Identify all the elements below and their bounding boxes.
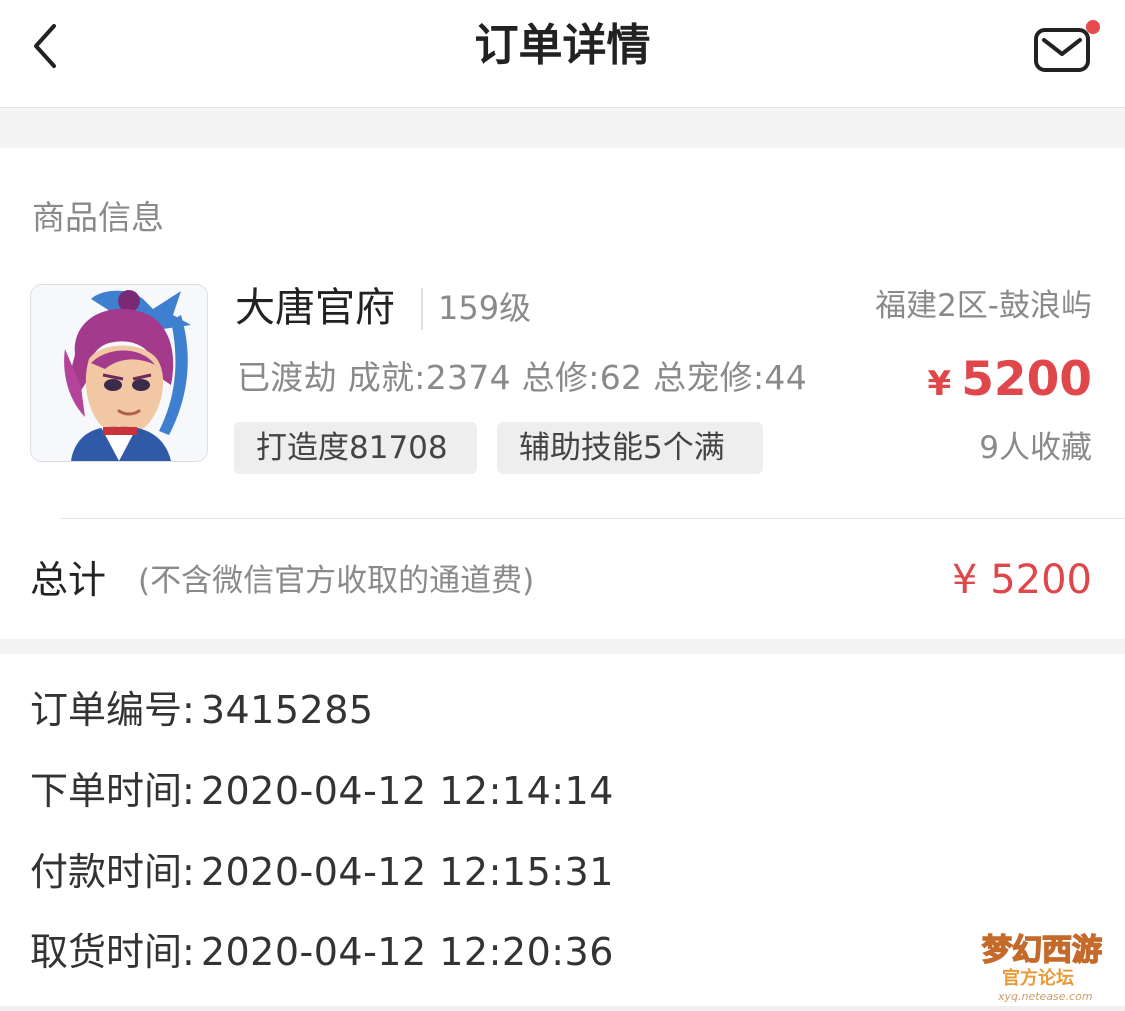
currency-symbol: ¥ [927,364,952,404]
order-info-card: 订单编号: 3415285 下单时间: 2020-04-12 12:14:14 付款… [0,654,1125,1006]
server-name: 福建2区-鼓浪屿 [875,288,1092,324]
notification-dot-icon [1086,20,1100,34]
price-amount: 5200 [961,352,1092,407]
payment-time-value: 2020-04-12 12:15:31 [200,850,614,894]
navigation-bar: 订单详情 [0,0,1125,108]
chevron-left-icon [34,24,56,68]
order-number-row: 订单编号: 3415285 [30,684,374,736]
order-time-label: 下单时间: [30,769,195,813]
order-time-value: 2020-04-12 12:14:14 [200,769,614,813]
character-avatar[interactable] [30,284,208,462]
favorite-count: 9人收藏 [979,430,1092,466]
watermark-logo-image: 梦幻西游 官方论坛 xyq.netease.com [981,932,1103,1003]
payment-time-row: 付款时间: 2020-04-12 12:15:31 [30,846,614,898]
bottom-spacer [0,1006,1125,1011]
messages-button[interactable] [1032,20,1104,78]
watermark-subtitle: 官方论坛 [1002,967,1074,989]
tag-support-skills: 辅助技能5个满 [497,422,763,474]
character-level: 159级 [438,289,532,327]
tag-forging: 打造度81708 [234,422,477,474]
total-price: ¥ 5200 [952,557,1092,603]
pickup-time-label: 取货时间: [30,930,195,974]
order-time-row: 下单时间: 2020-04-12 12:14:14 [30,765,614,817]
item-price: ¥5200 [928,352,1092,418]
character-portrait-image [31,285,207,461]
order-number-value: 3415285 [200,688,374,732]
order-number-label: 订单编号: [30,688,195,732]
divider [60,518,1125,519]
goods-info-card: 商品信息 大唐官府 159级 福建2区-鼓浪屿 已渡劫 成就:2374 总修:6… [0,148,1125,639]
total-label: 总计 [30,558,107,602]
back-button[interactable] [28,18,68,74]
watermark-url: xyq.netease.com [997,990,1093,1003]
payment-time-label: 付款时间: [30,850,195,894]
pickup-time-row: 取货时间: 2020-04-12 12:20:36 [30,926,614,978]
name-divider [421,288,423,330]
forum-watermark-logo: 梦幻西游 官方论坛 xyq.netease.com [978,924,1118,1004]
page-title: 订单详情 [474,20,651,71]
watermark-title: 梦幻西游 [982,933,1102,968]
character-stats: 已渡劫 成就:2374 总修:62 总宠修:44 [237,358,807,397]
pickup-time-value: 2020-04-12 12:20:36 [200,930,614,974]
character-faction: 大唐官府 [235,285,395,331]
total-note: (不含微信官方收取的通道费) [138,563,535,599]
section-label: 商品信息 [32,198,164,237]
